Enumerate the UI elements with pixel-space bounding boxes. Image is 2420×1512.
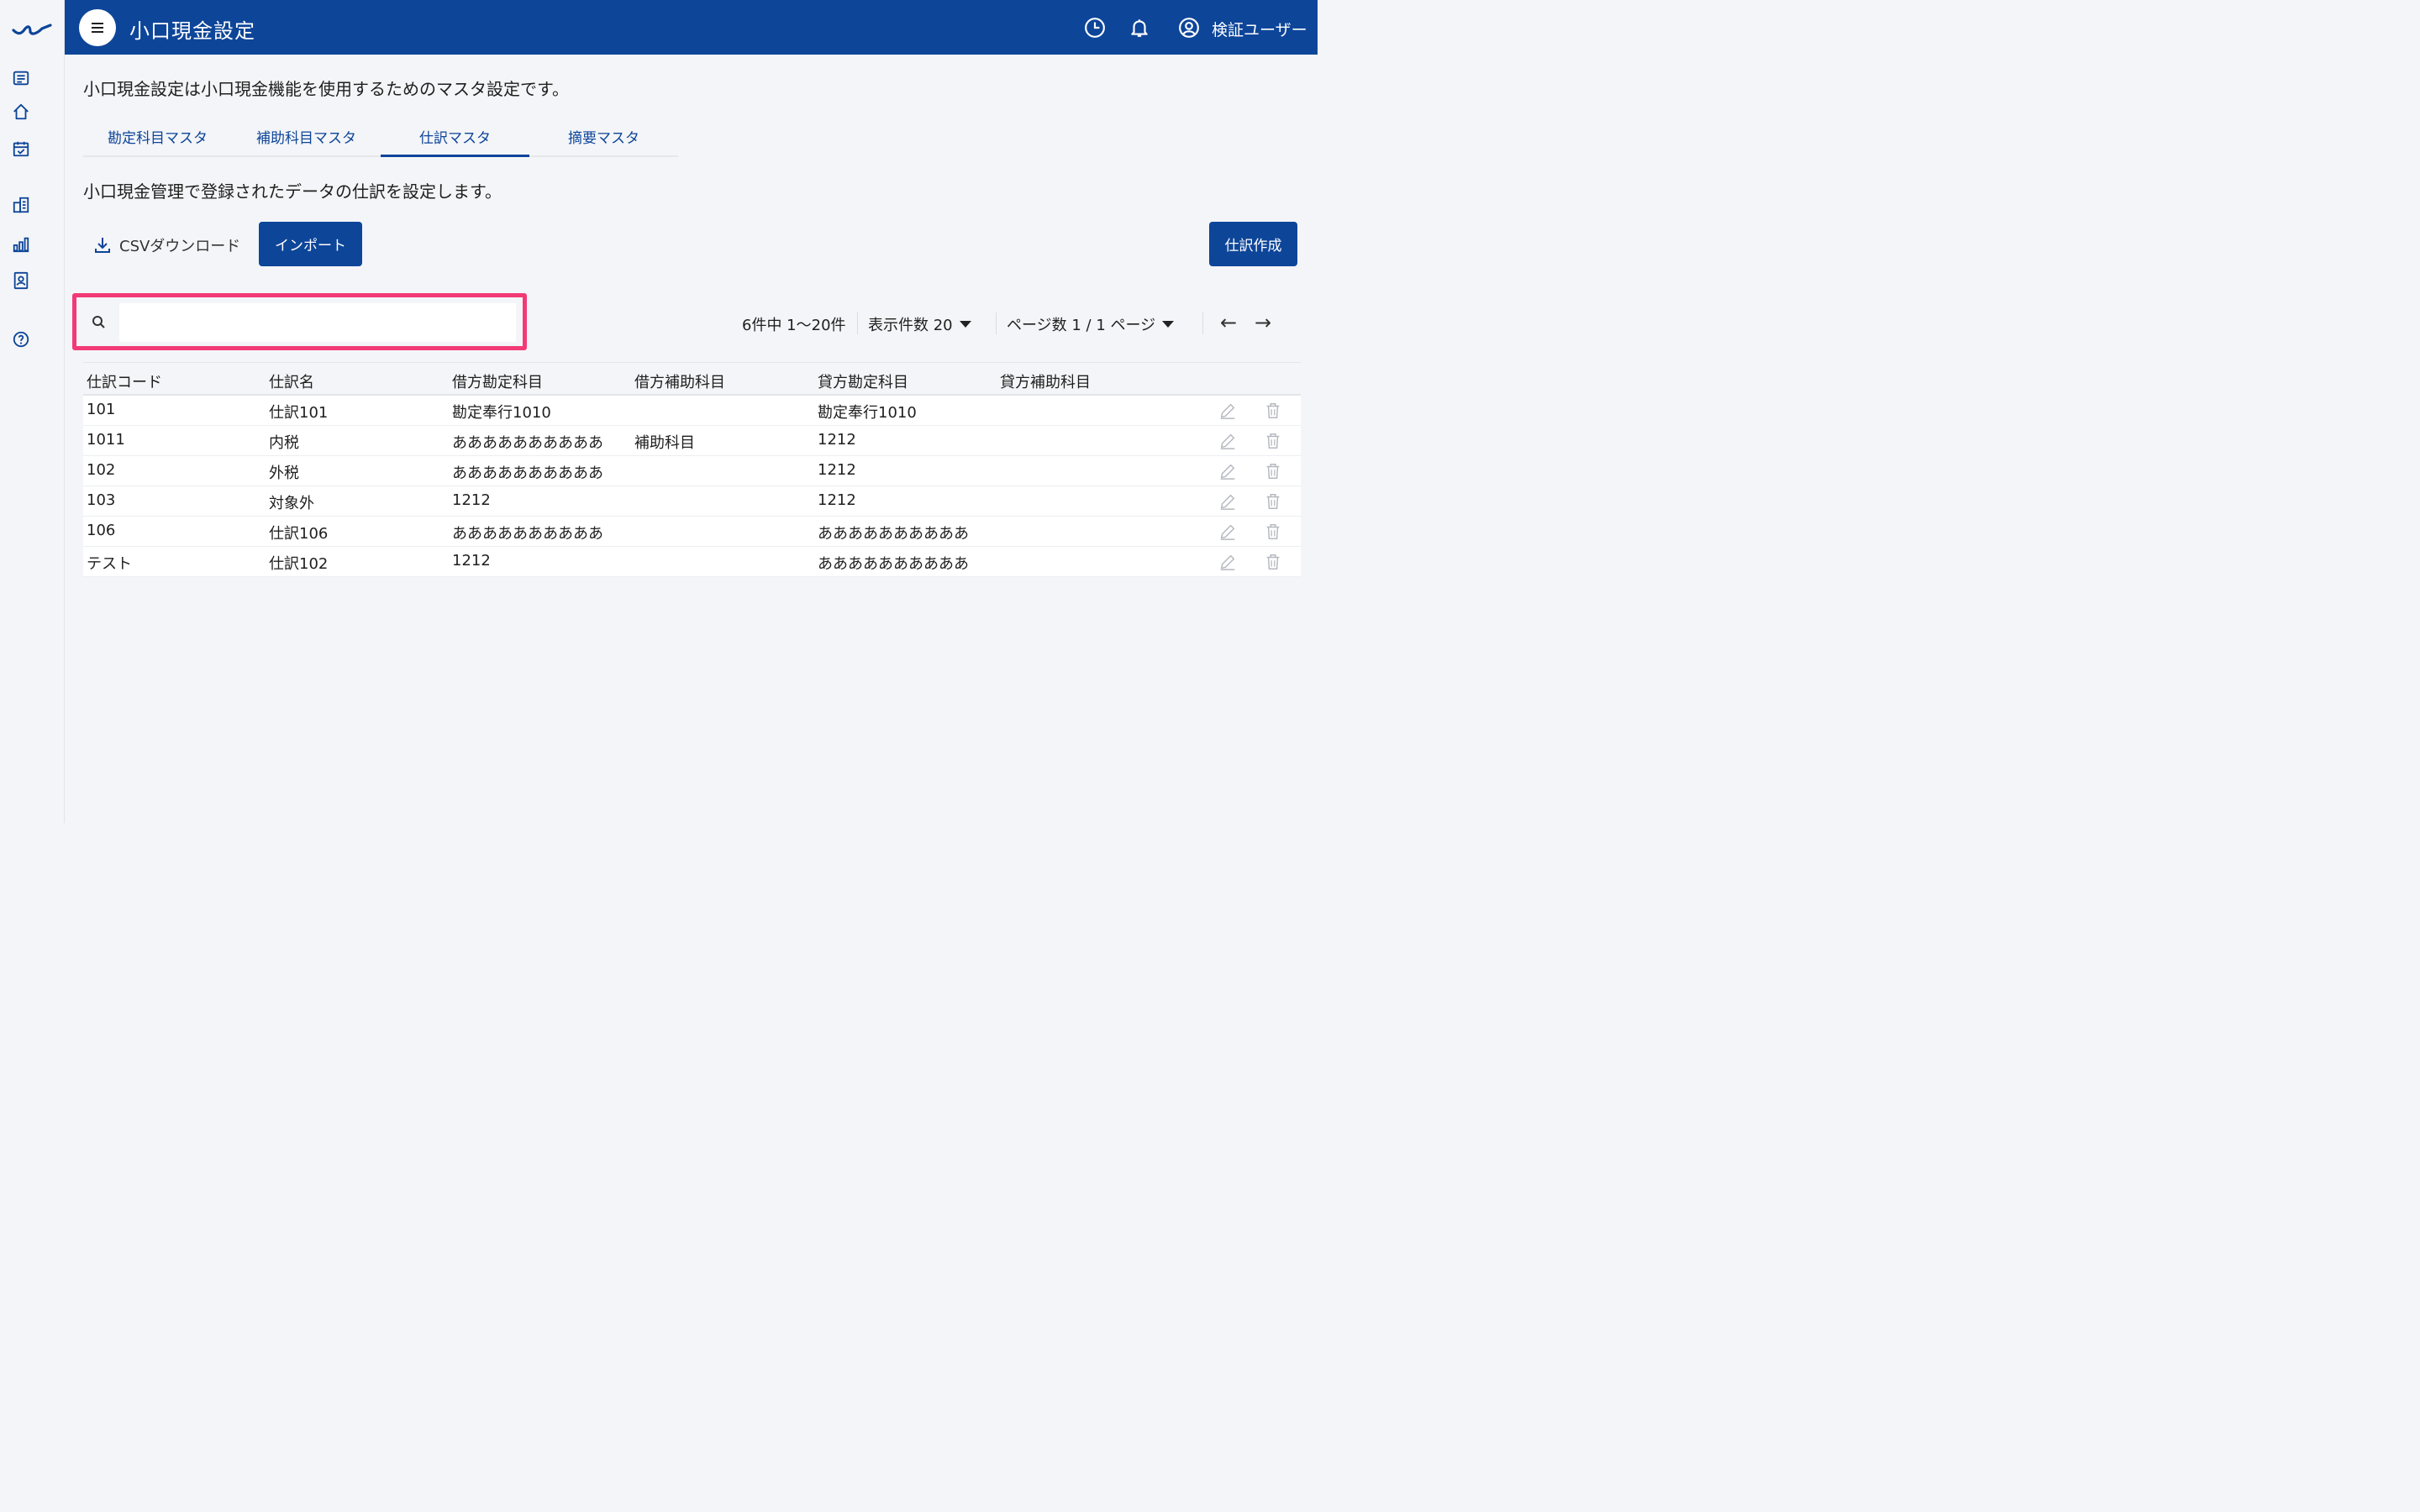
hamburger-icon bbox=[92, 23, 103, 33]
bar-chart-icon[interactable] bbox=[12, 235, 30, 254]
trash-icon[interactable] bbox=[1264, 492, 1282, 511]
per-page-select[interactable]: 表示件数 20 bbox=[868, 312, 971, 336]
edit-icon[interactable] bbox=[1218, 402, 1237, 420]
search-box bbox=[81, 302, 518, 344]
logo-icon bbox=[12, 18, 52, 37]
table-cell: ああああああああああ bbox=[818, 525, 969, 543]
table-cell: 1212 bbox=[818, 491, 856, 509]
table-cell: 1212 bbox=[818, 431, 856, 449]
table-cell: 勘定奉行1010 bbox=[452, 404, 551, 422]
table-cell: 1212 bbox=[452, 552, 491, 570]
history-icon[interactable] bbox=[1083, 16, 1107, 39]
table-header: 仕訳コード 仕訳名 借方勘定科目 借方補助科目 貸方勘定科目 貸方補助科目 bbox=[83, 362, 1301, 396]
table-row[interactable]: 106 仕訳106 ああああああああああ ああああああああああ bbox=[83, 517, 1301, 547]
calendar-check-icon[interactable] bbox=[12, 139, 30, 158]
menu-button[interactable] bbox=[79, 9, 116, 46]
edit-icon[interactable] bbox=[1218, 462, 1237, 480]
column-header: 貸方勘定科目 bbox=[818, 374, 908, 391]
table-cell: 101 bbox=[87, 401, 116, 418]
next-page-arrow-icon[interactable]: → bbox=[1255, 311, 1271, 334]
table-cell: 1011 bbox=[87, 431, 125, 449]
table-cell: ああああああああああ bbox=[452, 434, 603, 452]
column-header: 借方補助科目 bbox=[634, 374, 725, 391]
page-select[interactable]: ページ数 1 / 1 ページ bbox=[1007, 312, 1175, 336]
csv-download-label: CSVダウンロード bbox=[119, 238, 241, 255]
edit-icon[interactable] bbox=[1218, 492, 1237, 511]
master-tabs: 勘定科目マスタ 補助科目マスタ 仕訳マスタ 摘要マスタ bbox=[83, 118, 678, 157]
table-cell: 1212 bbox=[452, 491, 491, 509]
help-icon[interactable] bbox=[12, 330, 30, 349]
table-cell: 仕訳102 bbox=[269, 555, 329, 573]
table-row[interactable]: 102 外税 ああああああああああ 1212 bbox=[83, 456, 1301, 486]
pager-divider bbox=[1202, 312, 1203, 334]
edit-icon[interactable] bbox=[1218, 522, 1237, 541]
contact-card-icon[interactable] bbox=[12, 271, 30, 290]
tab-account-master[interactable]: 勘定科目マスタ bbox=[83, 118, 232, 155]
table-row[interactable]: 101 仕訳101 勘定奉行1010 勘定奉行1010 bbox=[83, 396, 1301, 426]
table-row[interactable]: 1011 内税 ああああああああああ 補助科目 1212 bbox=[83, 426, 1301, 456]
per-page-label: 表示件数 20 bbox=[868, 317, 953, 334]
tab-summary-master[interactable]: 摘要マスタ bbox=[529, 118, 678, 155]
list-icon[interactable] bbox=[12, 69, 30, 87]
edit-icon[interactable] bbox=[1218, 553, 1237, 571]
journal-table: 仕訳コード 仕訳名 借方勘定科目 借方補助科目 貸方勘定科目 貸方補助科目 10… bbox=[83, 362, 1301, 577]
download-icon bbox=[95, 238, 110, 253]
result-count: 6件中 1〜20件 bbox=[742, 317, 846, 334]
trash-icon[interactable] bbox=[1264, 553, 1282, 571]
trash-icon[interactable] bbox=[1264, 462, 1282, 480]
table-cell: テスト bbox=[87, 555, 132, 573]
table-cell: 103 bbox=[87, 491, 116, 509]
column-header: 仕訳名 bbox=[269, 374, 314, 391]
caret-down-icon bbox=[959, 321, 971, 328]
page-title: 小口現金設定 bbox=[129, 19, 255, 43]
column-header: 貸方補助科目 bbox=[1000, 374, 1091, 391]
table-cell: 102 bbox=[87, 461, 116, 479]
table-body: 101 仕訳101 勘定奉行1010 勘定奉行1010 1011 内税 ああああああああああ… bbox=[83, 396, 1301, 577]
table-cell: ああああああああああ bbox=[452, 525, 603, 543]
table-cell: 外税 bbox=[269, 465, 299, 482]
pager-divider bbox=[996, 312, 997, 334]
table-cell: 補助科目 bbox=[634, 434, 695, 452]
table-cell: ああああああああああ bbox=[452, 465, 603, 482]
table-cell: 106 bbox=[87, 522, 116, 539]
search-input[interactable] bbox=[119, 303, 516, 342]
user-name[interactable]: 検証ユーザー bbox=[1212, 18, 1307, 40]
tab-sub-account-master[interactable]: 補助科目マスタ bbox=[232, 118, 381, 155]
home-icon[interactable] bbox=[12, 102, 30, 121]
table-cell: 対象外 bbox=[269, 495, 314, 512]
sidebar bbox=[0, 0, 65, 823]
table-cell: 1212 bbox=[818, 461, 856, 479]
table-cell: 勘定奉行1010 bbox=[818, 404, 917, 422]
table-cell: ああああああああああ bbox=[818, 555, 969, 573]
column-header: 借方勘定科目 bbox=[452, 374, 543, 391]
import-button[interactable]: インポート bbox=[259, 222, 362, 266]
table-row[interactable]: テスト 仕訳102 1212 ああああああああああ bbox=[83, 547, 1301, 577]
tab-journal-master[interactable]: 仕訳マスタ bbox=[381, 118, 529, 157]
intro-text: 小口現金設定は小口現金機能を使用するためのマスタ設定です。 bbox=[83, 79, 569, 99]
table-cell: 内税 bbox=[269, 434, 299, 452]
caret-down-icon bbox=[1162, 321, 1175, 328]
table-row[interactable]: 103 対象外 1212 1212 bbox=[83, 486, 1301, 517]
column-header: 仕訳コード bbox=[87, 374, 162, 391]
create-journal-button[interactable]: 仕訳作成 bbox=[1209, 222, 1297, 266]
edit-icon[interactable] bbox=[1218, 432, 1237, 450]
search-icon bbox=[92, 316, 105, 328]
table-cell: 仕訳106 bbox=[269, 525, 329, 543]
section-description: 小口現金管理で登録されたデータの仕訳を設定します。 bbox=[83, 181, 502, 202]
prev-page-arrow-icon[interactable]: ← bbox=[1220, 311, 1237, 334]
top-header: 小口現金設定 検証ユーザー bbox=[65, 0, 1318, 55]
trash-icon[interactable] bbox=[1264, 402, 1282, 420]
trash-icon[interactable] bbox=[1264, 522, 1282, 541]
page-label: ページ数 1 / 1 ページ bbox=[1007, 317, 1156, 334]
bell-icon[interactable] bbox=[1128, 16, 1151, 39]
trash-icon[interactable] bbox=[1264, 432, 1282, 450]
pager-divider bbox=[857, 312, 858, 334]
table-cell: 仕訳101 bbox=[269, 404, 329, 422]
user-avatar-icon[interactable] bbox=[1177, 16, 1201, 39]
building-icon[interactable] bbox=[12, 196, 30, 214]
csv-download-button[interactable]: CSVダウンロード bbox=[92, 234, 240, 257]
